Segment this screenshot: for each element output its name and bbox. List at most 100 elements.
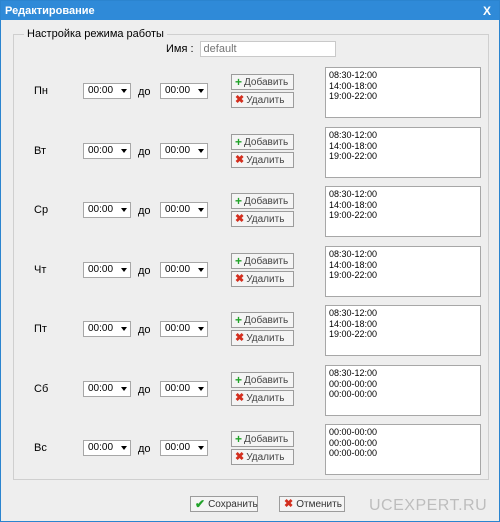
to-time-select[interactable]: 00:00 bbox=[160, 143, 208, 159]
from-time-select[interactable]: 00:00 bbox=[83, 143, 131, 159]
name-input[interactable] bbox=[199, 41, 336, 57]
interval-item[interactable]: 14:00-18:00 bbox=[329, 141, 477, 152]
from-time-select[interactable]: 00:00 bbox=[83, 440, 131, 456]
to-time-value: 00:00 bbox=[165, 85, 191, 96]
chevron-down-icon bbox=[121, 149, 127, 153]
interval-item[interactable]: 08:30-12:00 bbox=[329, 308, 477, 319]
dialog-title: Редактирование bbox=[5, 4, 95, 17]
to-label: до bbox=[138, 205, 151, 217]
add-label: Добавить bbox=[244, 374, 289, 386]
add-interval-button[interactable]: + Добавить bbox=[231, 253, 294, 269]
day-row: Вт 00:00 до 00:00 + Добавить ✖ Удалить 0… bbox=[1, 127, 500, 183]
to-time-value: 00:00 bbox=[165, 264, 191, 275]
add-interval-button[interactable]: + Добавить bbox=[231, 312, 294, 328]
cross-icon: ✖ bbox=[235, 392, 245, 404]
interval-item[interactable]: 00:00-00:00 bbox=[329, 448, 477, 459]
chevron-down-icon bbox=[121, 446, 127, 450]
delete-interval-button[interactable]: ✖ Удалить bbox=[231, 152, 294, 168]
chevron-down-icon bbox=[198, 268, 204, 272]
save-label: Сохранить bbox=[208, 498, 258, 510]
interval-item[interactable]: 00:00-00:00 bbox=[329, 389, 477, 400]
interval-list[interactable]: 08:30-12:00 14:00-18:00 19:00-22:00 bbox=[325, 127, 481, 178]
to-time-select[interactable]: 00:00 bbox=[160, 202, 208, 218]
add-interval-button[interactable]: + Добавить bbox=[231, 372, 294, 388]
from-time-select[interactable]: 00:00 bbox=[83, 262, 131, 278]
interval-item[interactable]: 19:00-22:00 bbox=[329, 329, 477, 340]
plus-icon: + bbox=[235, 313, 243, 327]
delete-interval-button[interactable]: ✖ Удалить bbox=[231, 330, 294, 346]
from-time-value: 00:00 bbox=[88, 264, 114, 275]
interval-item[interactable]: 08:30-12:00 bbox=[329, 70, 477, 81]
add-interval-button[interactable]: + Добавить bbox=[231, 193, 294, 209]
cross-icon: ✖ bbox=[235, 273, 245, 285]
interval-list[interactable]: 08:30-12:00 14:00-18:00 19:00-22:00 bbox=[325, 305, 481, 356]
delete-interval-button[interactable]: ✖ Удалить bbox=[231, 390, 294, 406]
delete-label: Удалить bbox=[246, 154, 285, 166]
interval-item[interactable]: 14:00-18:00 bbox=[329, 319, 477, 330]
from-time-select[interactable]: 00:00 bbox=[83, 321, 131, 337]
interval-item[interactable]: 00:00-00:00 bbox=[329, 438, 477, 449]
add-interval-button[interactable]: + Добавить bbox=[231, 134, 294, 150]
interval-list[interactable]: 08:30-12:00 14:00-18:00 19:00-22:00 bbox=[325, 186, 481, 237]
day-row: Сб 00:00 до 00:00 + Добавить ✖ Удалить 0… bbox=[1, 365, 500, 421]
add-interval-button[interactable]: + Добавить bbox=[231, 74, 294, 90]
interval-list[interactable]: 08:30-12:00 14:00-18:00 19:00-22:00 bbox=[325, 246, 481, 297]
interval-item[interactable]: 08:30-12:00 bbox=[329, 130, 477, 141]
cross-icon: ✖ bbox=[284, 498, 294, 510]
from-time-select[interactable]: 00:00 bbox=[83, 202, 131, 218]
dialog-titlebar: Редактирование X bbox=[1, 1, 499, 20]
interval-item[interactable]: 08:30-12:00 bbox=[329, 249, 477, 260]
add-interval-button[interactable]: + Добавить bbox=[231, 431, 294, 447]
day-label: Вт bbox=[34, 145, 47, 157]
day-label: Сб bbox=[34, 383, 49, 395]
chevron-down-icon bbox=[198, 387, 204, 391]
interval-item[interactable]: 19:00-22:00 bbox=[329, 151, 477, 162]
delete-interval-button[interactable]: ✖ Удалить bbox=[231, 211, 294, 227]
day-label: Чт bbox=[34, 264, 47, 276]
to-time-select[interactable]: 00:00 bbox=[160, 321, 208, 337]
delete-interval-button[interactable]: ✖ Удалить bbox=[231, 449, 294, 465]
to-time-select[interactable]: 00:00 bbox=[160, 381, 208, 397]
from-time-value: 00:00 bbox=[88, 323, 114, 334]
plus-icon: + bbox=[235, 373, 243, 387]
to-time-value: 00:00 bbox=[165, 145, 191, 156]
add-label: Добавить bbox=[244, 76, 289, 88]
interval-item[interactable]: 19:00-22:00 bbox=[329, 270, 477, 281]
to-label: до bbox=[138, 443, 151, 455]
delete-interval-button[interactable]: ✖ Удалить bbox=[231, 271, 294, 287]
from-time-select[interactable]: 00:00 bbox=[83, 83, 131, 99]
to-label: до bbox=[138, 324, 151, 336]
interval-item[interactable]: 00:00-00:00 bbox=[329, 379, 477, 390]
plus-icon: + bbox=[235, 135, 243, 149]
interval-item[interactable]: 14:00-18:00 bbox=[329, 260, 477, 271]
chevron-down-icon bbox=[121, 387, 127, 391]
check-icon: ✔ bbox=[195, 497, 206, 511]
interval-item[interactable]: 00:00-00:00 bbox=[329, 427, 477, 438]
delete-interval-button[interactable]: ✖ Удалить bbox=[231, 92, 294, 108]
chevron-down-icon bbox=[121, 268, 127, 272]
cancel-button[interactable]: ✖ Отменить bbox=[279, 496, 345, 512]
interval-list[interactable]: 08:30-12:00 00:00-00:00 00:00-00:00 bbox=[325, 365, 481, 416]
add-label: Добавить bbox=[244, 314, 289, 326]
interval-item[interactable]: 19:00-22:00 bbox=[329, 91, 477, 102]
day-row: Ср 00:00 до 00:00 + Добавить ✖ Удалить 0… bbox=[1, 186, 500, 242]
from-time-select[interactable]: 00:00 bbox=[83, 381, 131, 397]
cross-icon: ✖ bbox=[235, 451, 245, 463]
to-time-select[interactable]: 00:00 bbox=[160, 83, 208, 99]
interval-item[interactable]: 08:30-12:00 bbox=[329, 189, 477, 200]
interval-item[interactable]: 14:00-18:00 bbox=[329, 200, 477, 211]
to-time-value: 00:00 bbox=[165, 323, 191, 334]
plus-icon: + bbox=[235, 254, 243, 268]
interval-list[interactable]: 00:00-00:00 00:00-00:00 00:00-00:00 bbox=[325, 424, 481, 475]
interval-list[interactable]: 08:30-12:00 14:00-18:00 19:00-22:00 bbox=[325, 67, 481, 118]
interval-item[interactable]: 19:00-22:00 bbox=[329, 210, 477, 221]
interval-item[interactable]: 14:00-18:00 bbox=[329, 81, 477, 92]
to-time-select[interactable]: 00:00 bbox=[160, 440, 208, 456]
day-label: Пн bbox=[34, 85, 48, 97]
close-button[interactable]: X bbox=[483, 4, 491, 18]
to-time-select[interactable]: 00:00 bbox=[160, 262, 208, 278]
save-button[interactable]: ✔ Сохранить bbox=[190, 496, 258, 512]
day-label: Вс bbox=[34, 442, 47, 454]
plus-icon: + bbox=[235, 432, 243, 446]
interval-item[interactable]: 08:30-12:00 bbox=[329, 368, 477, 379]
